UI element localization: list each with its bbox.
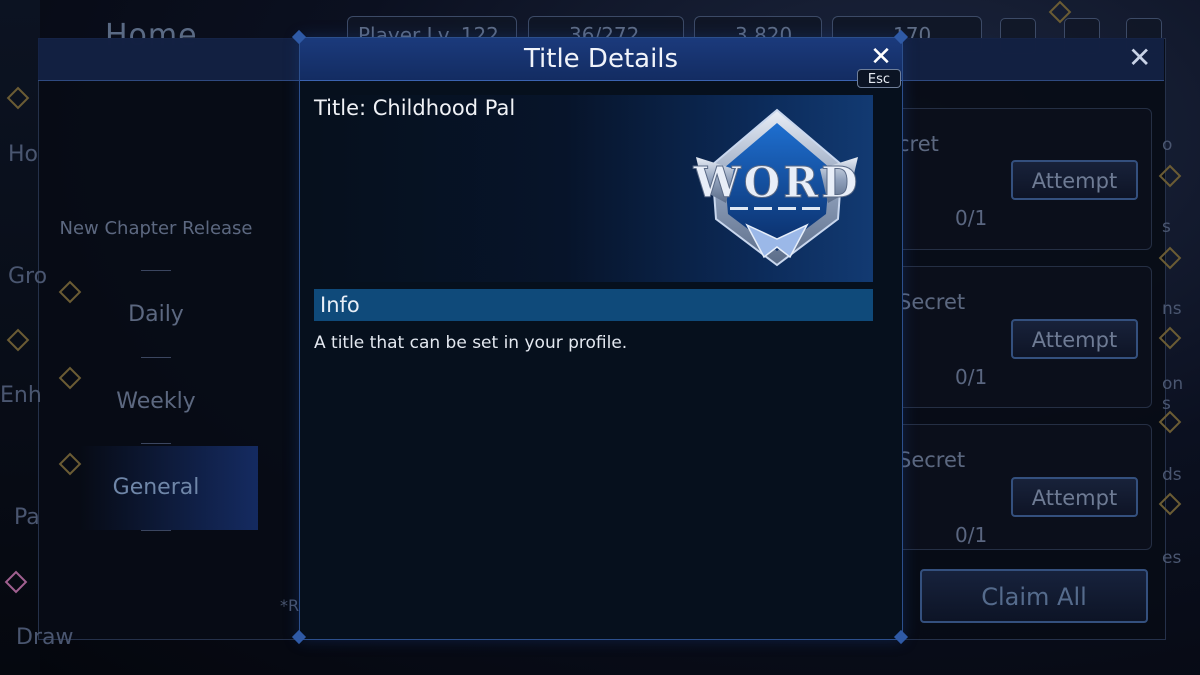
esc-key-hint: Esc xyxy=(857,69,901,88)
footnote-text: *R xyxy=(280,596,300,615)
missions-close-icon[interactable]: ✕ xyxy=(1128,42,1151,74)
info-description: A title that can be set in your profile. xyxy=(314,333,628,353)
side-nav-general[interactable]: General xyxy=(46,475,266,500)
side-nav-daily[interactable]: Daily xyxy=(46,302,266,327)
word-badge-emblem: WORD xyxy=(692,108,860,267)
mission-progress: 0/1 xyxy=(955,206,988,230)
badge-word-text: WORD xyxy=(692,158,860,207)
mission-title: cret xyxy=(898,132,939,156)
right-edge-label: on xyxy=(1162,374,1184,394)
side-nav-divider xyxy=(141,530,171,531)
nav-draw-label[interactable]: Draw xyxy=(16,625,73,650)
info-section-header: Info xyxy=(314,289,873,321)
right-edge-label: ns xyxy=(1162,299,1182,319)
side-nav-divider xyxy=(141,443,171,444)
side-nav-weekly[interactable]: Weekly xyxy=(46,389,266,414)
mission-progress: 0/1 xyxy=(955,523,988,547)
dialog-title: Title Details xyxy=(523,44,679,74)
right-edge-label: es xyxy=(1162,548,1182,568)
title-details-dialog: Title Details ✕ WORD Title: Childhood Pa… xyxy=(291,29,909,645)
nav-party-label[interactable]: Pa xyxy=(14,505,40,530)
close-icon[interactable]: ✕ xyxy=(868,44,894,70)
attempt-button[interactable]: Attempt xyxy=(1011,477,1138,517)
title-name: Title: Childhood Pal xyxy=(314,96,516,120)
nav-group-label[interactable]: Gro xyxy=(8,264,47,289)
side-nav-divider xyxy=(141,270,171,271)
info-header-label: Info xyxy=(320,293,360,317)
dialog-header: Title Details ✕ xyxy=(300,38,902,81)
side-nav-new-chapter[interactable]: New Chapter Release xyxy=(46,218,266,239)
attempt-button[interactable]: Attempt xyxy=(1011,319,1138,359)
title-banner: WORD xyxy=(314,95,873,282)
side-nav-divider xyxy=(141,357,171,358)
nav-enhance-label[interactable]: Enh xyxy=(0,383,42,408)
mission-title: Secret xyxy=(898,290,966,314)
mission-progress: 0/1 xyxy=(955,365,988,389)
right-edge-label: s xyxy=(1162,217,1171,237)
nav-home-label[interactable]: Ho xyxy=(8,142,38,167)
attempt-button[interactable]: Attempt xyxy=(1011,160,1138,200)
mission-title: Secret xyxy=(898,448,966,472)
right-edge-label: ds xyxy=(1162,465,1182,485)
claim-all-button[interactable]: Claim All xyxy=(920,569,1148,623)
right-edge-label: o xyxy=(1162,135,1173,155)
